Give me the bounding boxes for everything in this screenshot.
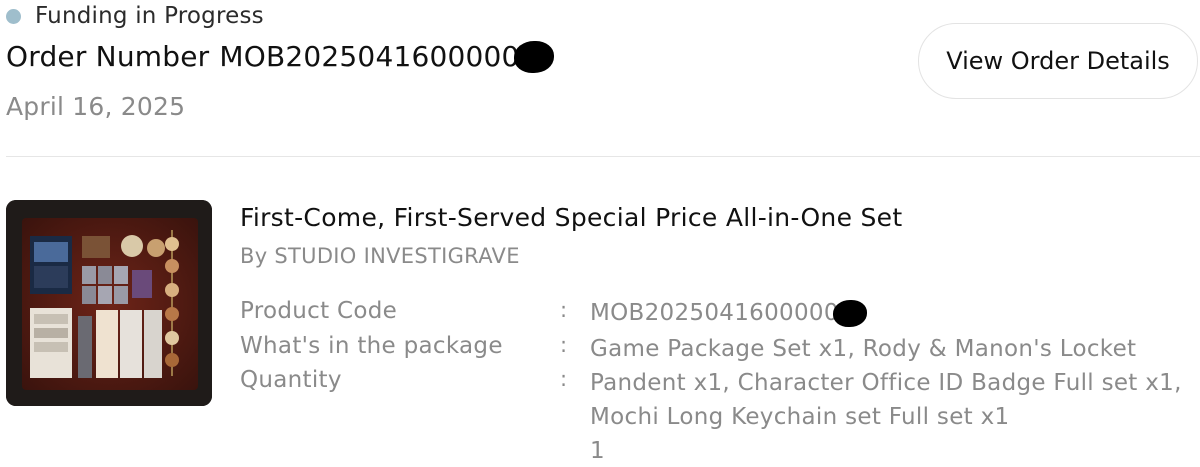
spec-label-package: What's in the package [240,333,503,359]
funding-status: Funding in Progress [6,0,264,32]
product-creator: By STUDIO INVESTIGRAVE [240,244,520,268]
spec-separator: : [560,333,568,357]
spec-value-package: Game Package Set x1, Rody & Manon's Lock… [590,336,1182,430]
order-number: Order Number MOB2025041600000 [6,40,554,73]
product-title[interactable]: First-Come, First-Served Special Price A… [240,203,902,232]
product-image [6,200,212,406]
order-card: Funding in Progress Order Number MOB2025… [0,0,1200,467]
spec-value-quantity: 1 [590,438,605,464]
spec-label-product-code: Product Code [240,298,398,324]
spec-separator: : [560,367,568,391]
redaction-mark-icon [832,299,867,327]
section-divider [6,156,1200,157]
product-code-text: MOB2025041600000 [590,300,839,326]
view-order-details-button[interactable]: View Order Details [918,23,1198,99]
spec-separator: : [560,298,568,322]
redaction-mark-icon [513,40,554,73]
order-date: April 16, 2025 [6,92,186,121]
product-set-photo-icon [6,200,212,406]
status-dot-icon [6,8,21,24]
order-number-value: MOB2025041600000 [219,40,520,73]
order-number-label: Order Number [6,40,210,73]
spec-value-product-code: MOB2025041600000 [590,296,1190,330]
status-label: Funding in Progress [35,3,264,29]
spec-label-quantity: Quantity [240,367,342,393]
